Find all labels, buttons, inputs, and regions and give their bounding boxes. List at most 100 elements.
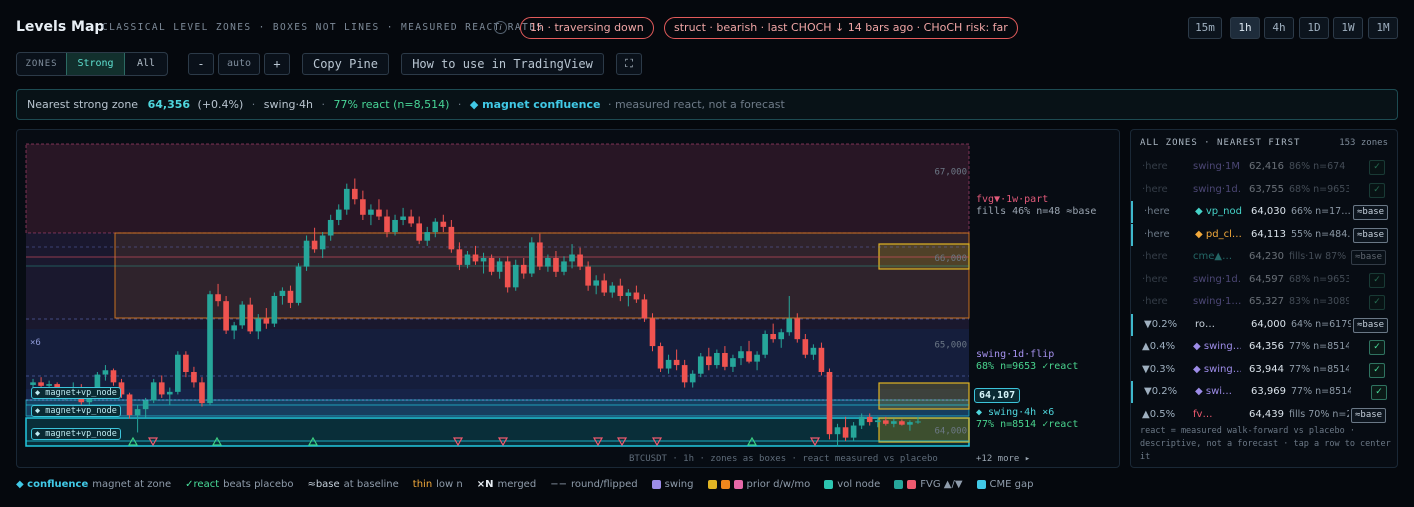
- candle[interactable]: [392, 219, 398, 233]
- candle[interactable]: [30, 382, 36, 385]
- all-zones-option[interactable]: All: [125, 53, 167, 75]
- candle[interactable]: [472, 254, 479, 262]
- candle[interactable]: [110, 370, 117, 383]
- candle[interactable]: [537, 242, 543, 267]
- candle[interactable]: [134, 409, 141, 416]
- candle[interactable]: [126, 394, 133, 416]
- candle[interactable]: [601, 280, 608, 293]
- candle[interactable]: [456, 249, 463, 265]
- zone-row[interactable]: ·here ◆ pd_cl… 64,113 55% n=484… ≈base: [1131, 223, 1397, 246]
- candle[interactable]: [593, 280, 599, 286]
- zone-row[interactable]: ·here ◆ vp_nod… 64,030 66% n=17…≈base: [1131, 201, 1397, 223]
- candle[interactable]: [464, 254, 471, 265]
- candle[interactable]: [545, 257, 551, 267]
- candle[interactable]: [166, 391, 173, 395]
- candle[interactable]: [400, 216, 406, 220]
- info-icon[interactable]: i: [494, 21, 507, 34]
- candle[interactable]: [561, 261, 567, 272]
- candle[interactable]: [327, 219, 334, 236]
- candle[interactable]: [504, 261, 511, 288]
- candle[interactable]: [287, 290, 294, 303]
- zone-row[interactable]: ·here cme▲… 64,230 fills·1w 87% …≈base: [1131, 246, 1397, 268]
- candle[interactable]: [689, 373, 696, 383]
- candle[interactable]: [641, 299, 648, 319]
- candle[interactable]: [102, 370, 109, 375]
- timeframe-1d-button[interactable]: 1D: [1299, 17, 1329, 39]
- candle[interactable]: [488, 257, 495, 272]
- candle[interactable]: [528, 242, 535, 274]
- candle[interactable]: [882, 420, 889, 424]
- candle[interactable]: [440, 221, 447, 227]
- react-check-icon[interactable]: ✓: [1371, 385, 1387, 400]
- candle[interactable]: [207, 294, 213, 404]
- more-zones-link[interactable]: +12 more ▸: [976, 454, 1030, 464]
- candle[interactable]: [150, 382, 157, 401]
- candle[interactable]: [842, 427, 849, 438]
- candle[interactable]: [175, 354, 181, 392]
- candle[interactable]: [818, 347, 825, 372]
- base-badge[interactable]: ≈base: [1351, 250, 1387, 265]
- zoom-level-display[interactable]: auto: [218, 53, 260, 75]
- timeframe-1w-button[interactable]: 1W: [1333, 17, 1363, 39]
- candle[interactable]: [569, 254, 575, 262]
- candle[interactable]: [319, 235, 326, 250]
- candle[interactable]: [520, 264, 527, 274]
- react-check-icon[interactable]: ✓: [1369, 295, 1385, 310]
- candle[interactable]: [303, 240, 310, 267]
- candle[interactable]: [657, 346, 664, 369]
- candle[interactable]: [907, 422, 913, 425]
- candle[interactable]: [697, 356, 704, 374]
- candle[interactable]: [352, 188, 358, 200]
- candle[interactable]: [360, 199, 366, 215]
- candle[interactable]: [255, 318, 262, 332]
- zone-row[interactable]: ·here swing·1d… 64,597 68% n=9653 … ✓: [1131, 269, 1397, 291]
- candle[interactable]: [142, 400, 149, 410]
- base-badge[interactable]: ≈base: [1353, 205, 1389, 220]
- candle[interactable]: [577, 254, 583, 267]
- candle[interactable]: [665, 359, 672, 369]
- candle[interactable]: [762, 333, 768, 355]
- react-check-icon[interactable]: ✓: [1369, 160, 1385, 175]
- candle[interactable]: [231, 325, 237, 331]
- candle[interactable]: [432, 221, 439, 233]
- candle[interactable]: [279, 290, 286, 296]
- magnet-tag[interactable]: ◆ magnet+vp_node: [31, 405, 121, 417]
- candle[interactable]: [335, 209, 342, 220]
- candle[interactable]: [609, 285, 616, 293]
- strong-zones-option[interactable]: Strong: [66, 53, 125, 75]
- candle[interactable]: [191, 371, 197, 383]
- candle[interactable]: [158, 382, 165, 395]
- candle[interactable]: [376, 209, 382, 217]
- candle[interactable]: [858, 416, 865, 426]
- candle[interactable]: [416, 223, 423, 241]
- magnet-tag[interactable]: ◆ magnet+vp_node: [31, 387, 121, 399]
- zone-row[interactable]: ▼0.3% ◆ swing… 63,944 77% n=8514 ✓… ✓: [1131, 359, 1397, 381]
- candle[interactable]: [874, 420, 881, 423]
- candle[interactable]: [263, 318, 270, 324]
- react-check-icon[interactable]: ✓: [1369, 272, 1385, 288]
- react-check-icon[interactable]: ✓: [1369, 362, 1385, 378]
- candle[interactable]: [705, 356, 712, 366]
- candle[interactable]: [810, 347, 817, 355]
- timeframe-1m-button[interactable]: 1M: [1368, 17, 1398, 39]
- candle[interactable]: [239, 304, 246, 326]
- react-check-icon[interactable]: ✓: [1369, 182, 1385, 198]
- base-badge[interactable]: ≈base: [1353, 317, 1389, 333]
- candle[interactable]: [480, 257, 487, 262]
- candle[interactable]: [673, 359, 680, 366]
- candle[interactable]: [311, 240, 318, 250]
- candle[interactable]: [722, 352, 728, 367]
- candle[interactable]: [754, 354, 760, 362]
- magnet-tag[interactable]: ◆ magnet+vp_node: [31, 428, 121, 440]
- how-to-tradingview-button[interactable]: How to use in TradingView: [401, 53, 604, 75]
- candle[interactable]: [866, 416, 873, 423]
- timeframe-4h-button[interactable]: 4h: [1264, 17, 1294, 39]
- candle[interactable]: [625, 292, 632, 296]
- candle[interactable]: [834, 427, 841, 435]
- zone-row[interactable]: ·here swing·1M… 62,416 86% n=674 ✓… ✓: [1131, 156, 1397, 178]
- candle[interactable]: [826, 371, 833, 435]
- candle[interactable]: [496, 261, 503, 272]
- chart-canvas[interactable]: 67,000 66,000 65,000 64,000: [17, 130, 1120, 468]
- candle[interactable]: [649, 318, 656, 347]
- zone-row[interactable]: ▲0.5% fv… 64,439 fills 70% n=278 …≈base: [1131, 404, 1397, 426]
